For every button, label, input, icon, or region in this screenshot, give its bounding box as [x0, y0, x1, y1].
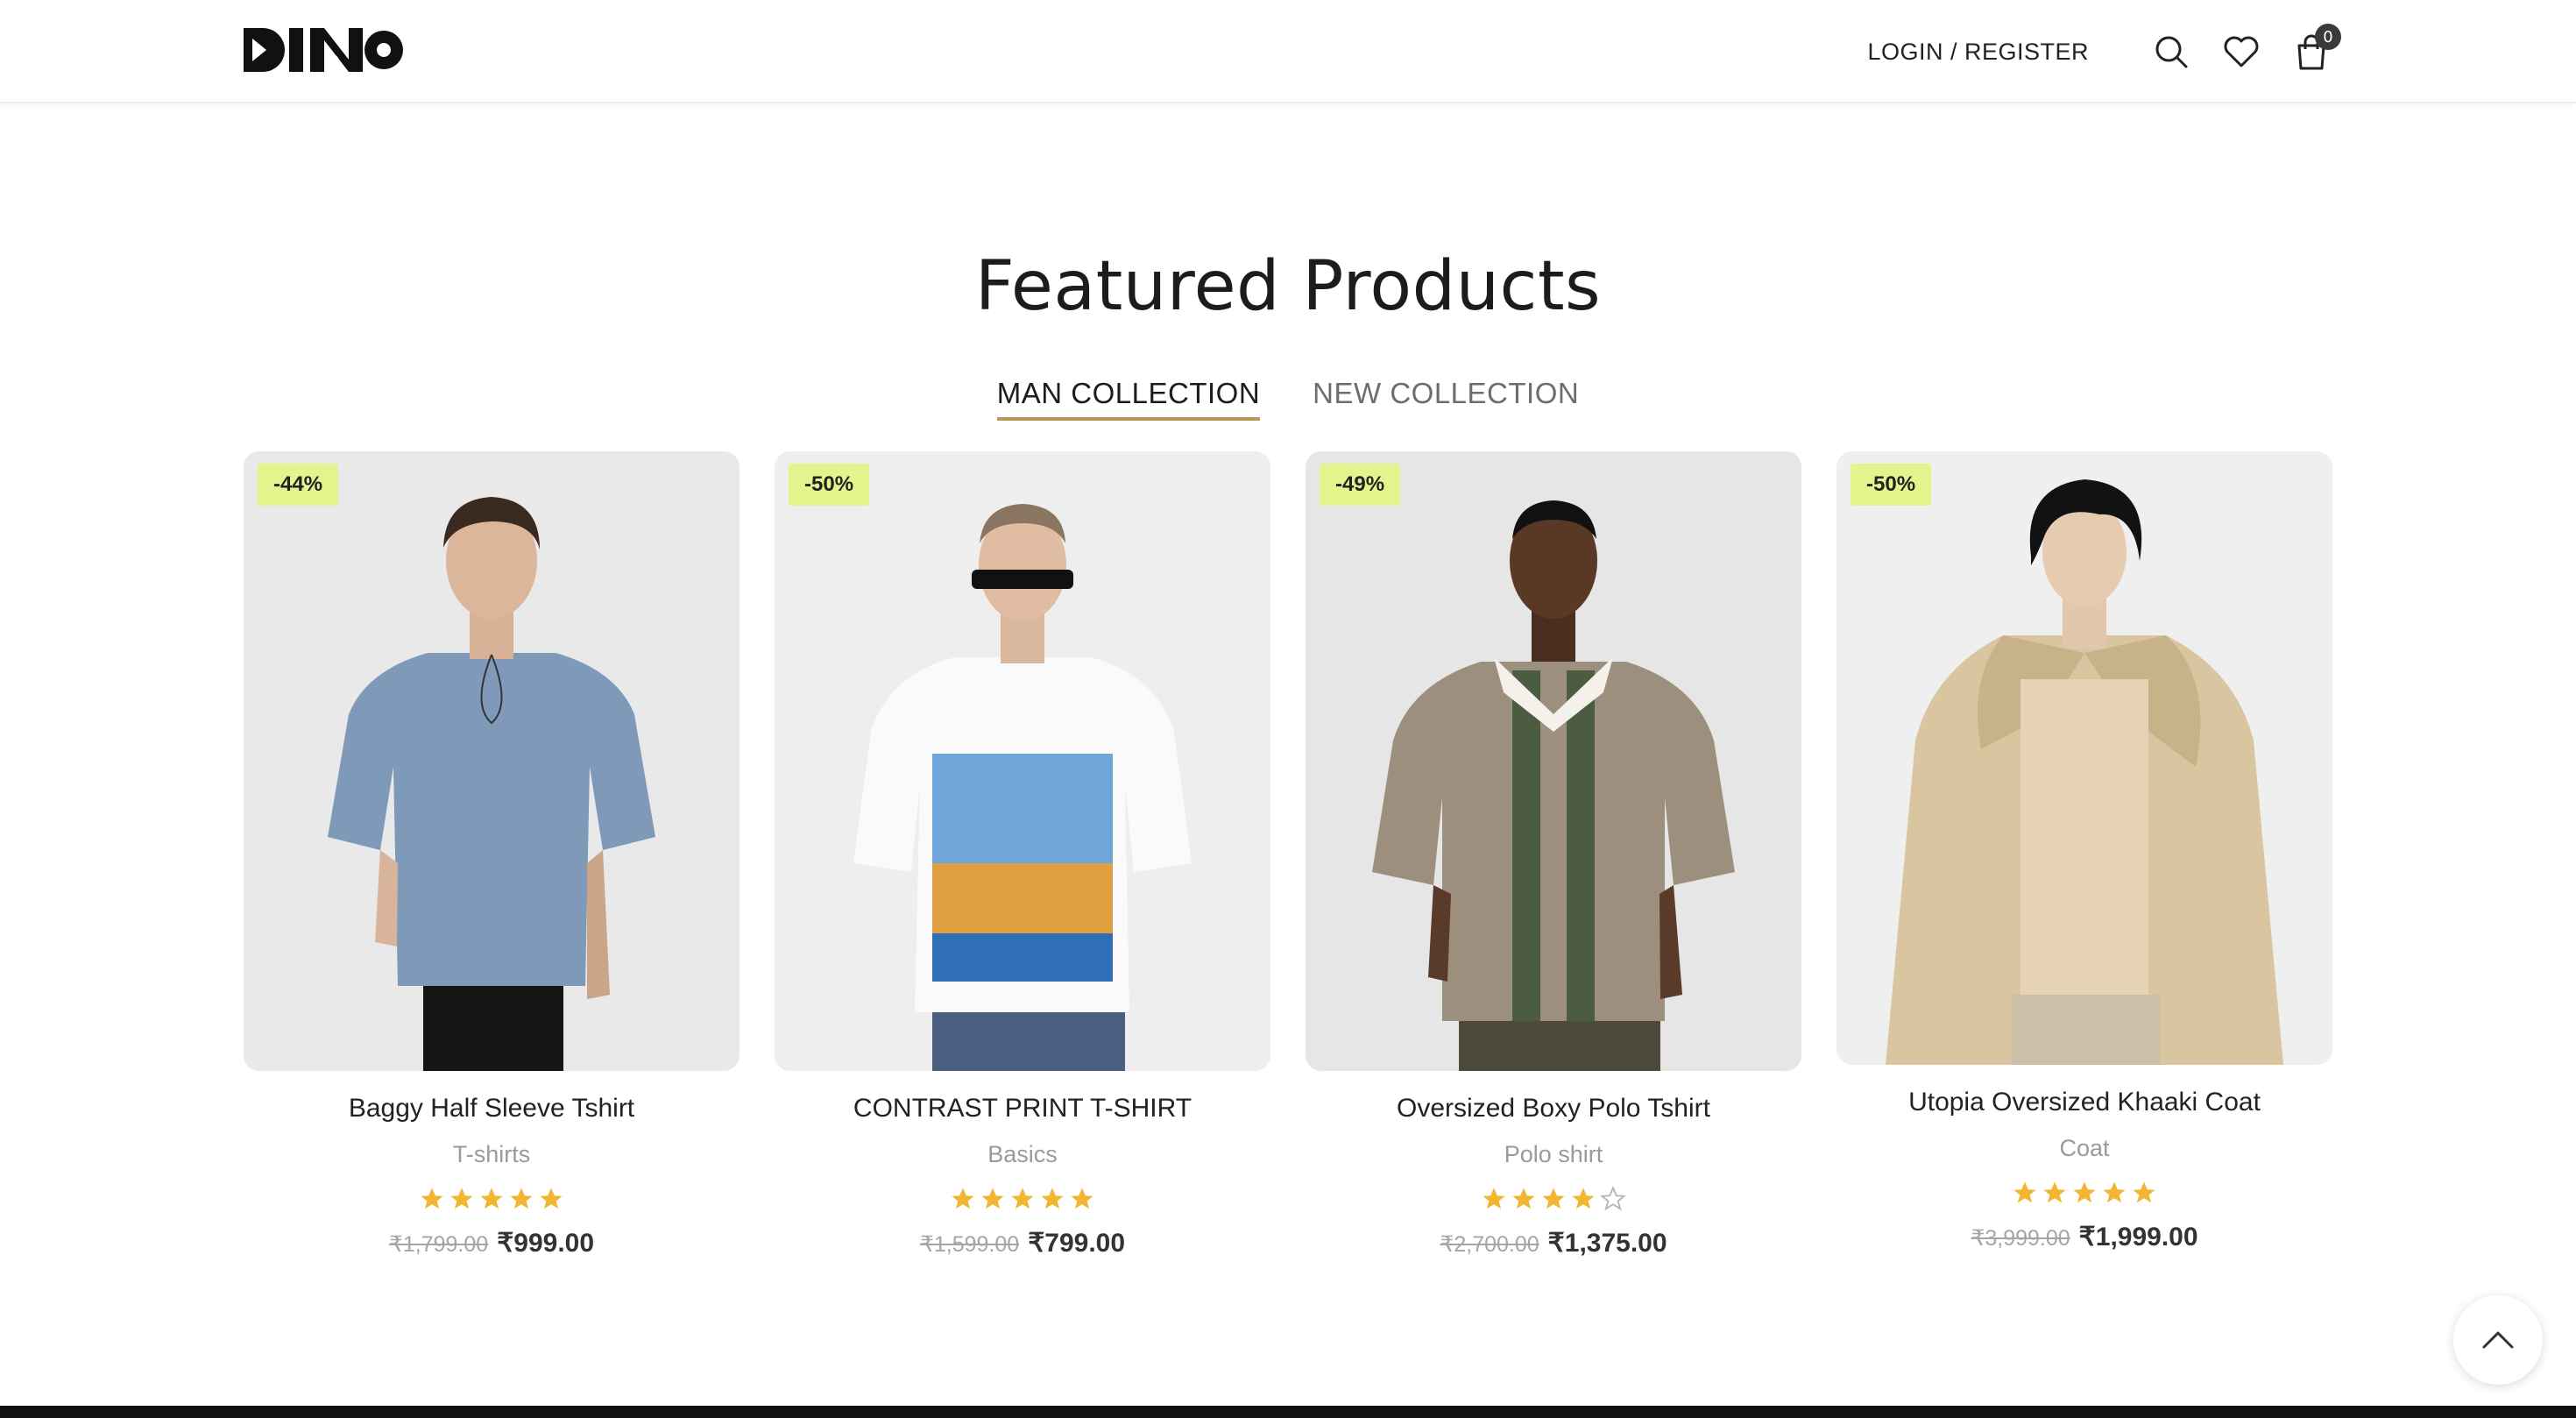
chevron-up-icon — [2482, 1331, 2514, 1349]
search-icon — [2155, 36, 2188, 68]
rating-stars — [2012, 1180, 2157, 1206]
section-title: Featured Products — [974, 247, 1602, 326]
star-icon — [2133, 1181, 2155, 1203]
star-icon — [1483, 1188, 1505, 1209]
cart-count-badge: 0 — [2315, 24, 2341, 50]
tab-new-collection[interactable]: NEW COLLECTION — [1313, 377, 1579, 421]
product-name[interactable]: Oversized Boxy Polo Tshirt — [1397, 1094, 1710, 1124]
star-icon — [1542, 1188, 1565, 1209]
star-icon — [480, 1188, 503, 1209]
star-icon — [1071, 1188, 1093, 1209]
logo[interactable] — [244, 26, 403, 74]
star-icon — [2073, 1181, 2096, 1203]
search-button[interactable] — [2150, 31, 2192, 73]
product-card[interactable]: -50% Utopia Oversized Khaaki Coat Coat ₹… — [1836, 451, 2332, 1258]
product-photo-man-polo — [1306, 451, 1801, 1071]
sale-price: ₹999.00 — [497, 1229, 595, 1258]
product-category[interactable]: Polo shirt — [1504, 1141, 1603, 1168]
star-icon — [2013, 1181, 2036, 1203]
star-icon — [1512, 1188, 1535, 1209]
sale-price: ₹799.00 — [1028, 1229, 1126, 1258]
star-icon — [1572, 1188, 1595, 1209]
product-price: ₹1,599.00 ₹799.00 — [920, 1228, 1125, 1258]
star-icon — [2103, 1181, 2126, 1203]
product-card[interactable]: -49% Oversized Boxy Polo Tshirt Polo shi… — [1306, 451, 1801, 1258]
product-photo-man-print-tshirt — [775, 451, 1270, 1071]
old-price: ₹1,799.00 — [388, 1232, 489, 1257]
wishlist-button[interactable] — [2220, 31, 2262, 73]
old-price: ₹3,999.00 — [1971, 1226, 2070, 1251]
product-name[interactable]: Utopia Oversized Khaaki Coat — [1908, 1088, 2261, 1117]
star-icon — [1600, 1186, 1626, 1211]
sale-price: ₹1,999.00 — [2078, 1223, 2198, 1251]
product-card[interactable]: -50% CONTRAST PRINT T-SHIRT Basics ₹1,59… — [775, 451, 1270, 1258]
discount-badge: -44% — [258, 464, 339, 506]
product-photo-man-blue-tshirt — [244, 451, 740, 1071]
collection-tabs: MAN COLLECTION NEW COLLECTION — [0, 377, 2576, 421]
product-grid: -44% Baggy Half Sleeve Tshirt T-shirts ₹… — [244, 451, 2332, 1258]
heart-icon — [2224, 36, 2259, 67]
tab-man-collection[interactable]: MAN COLLECTION — [996, 377, 1261, 421]
scroll-to-top-button[interactable] — [2453, 1295, 2543, 1385]
rating-stars — [950, 1186, 1095, 1212]
star-icon — [1041, 1188, 1064, 1209]
product-image[interactable]: -49% — [1306, 451, 1801, 1071]
star-icon — [421, 1188, 443, 1209]
product-price: ₹1,799.00 ₹999.00 — [389, 1228, 594, 1258]
rating-stars — [419, 1186, 564, 1212]
product-price: ₹2,700.00 ₹1,375.00 — [1440, 1228, 1667, 1258]
product-card[interactable]: -44% Baggy Half Sleeve Tshirt T-shirts ₹… — [244, 451, 740, 1258]
star-icon — [981, 1188, 1004, 1209]
discount-badge: -50% — [789, 464, 870, 506]
rating-stars — [1481, 1186, 1626, 1212]
cart-button[interactable]: 0 — [2290, 24, 2341, 73]
star-icon — [1011, 1188, 1034, 1209]
product-image[interactable]: -44% — [244, 451, 740, 1071]
star-icon — [952, 1188, 974, 1209]
product-name[interactable]: Baggy Half Sleeve Tshirt — [349, 1094, 634, 1124]
old-price: ₹1,599.00 — [919, 1232, 1020, 1257]
discount-badge: -50% — [1851, 464, 1932, 506]
sale-price: ₹1,375.00 — [1547, 1229, 1667, 1258]
star-icon — [540, 1188, 563, 1209]
product-category[interactable]: T-shirts — [453, 1141, 531, 1168]
star-icon — [2043, 1181, 2066, 1203]
site-header: LOGIN / REGISTER 0 — [0, 0, 2576, 103]
product-image[interactable]: -50% — [1836, 451, 2332, 1065]
product-price: ₹3,999.00 ₹1,999.00 — [1971, 1222, 2197, 1252]
product-name[interactable]: CONTRAST PRINT T-SHIRT — [853, 1094, 1192, 1124]
discount-badge: -49% — [1320, 464, 1401, 506]
login-register-link[interactable]: LOGIN / REGISTER — [1867, 39, 2089, 66]
dino-logo-icon — [244, 28, 403, 72]
product-photo-man-coat — [1836, 451, 2332, 1065]
product-category[interactable]: Coat — [2059, 1135, 2109, 1162]
old-price: ₹2,700.00 — [1440, 1232, 1539, 1257]
product-image[interactable]: -50% — [775, 451, 1270, 1071]
star-icon — [450, 1188, 473, 1209]
footer-edge — [0, 1406, 2576, 1418]
star-icon — [510, 1188, 533, 1209]
product-category[interactable]: Basics — [987, 1141, 1058, 1168]
